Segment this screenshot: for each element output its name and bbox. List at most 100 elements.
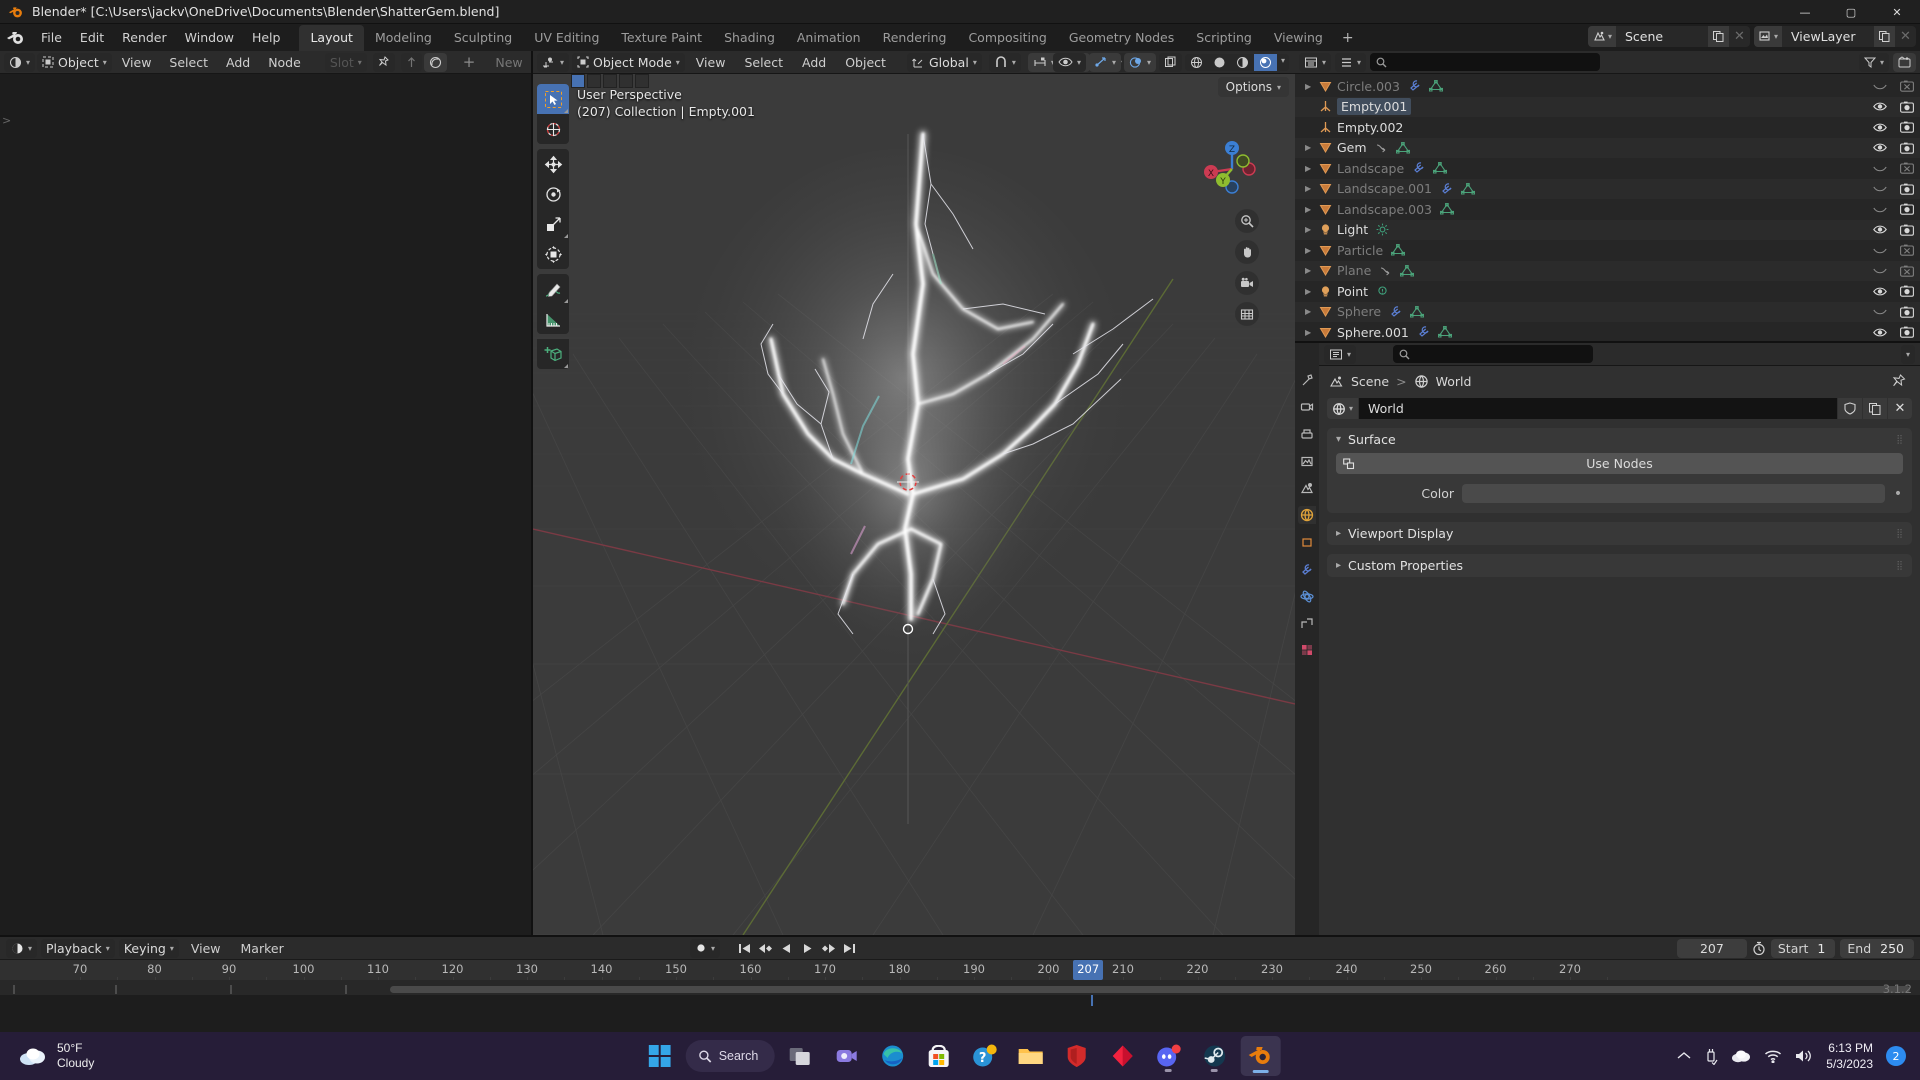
scene-selector[interactable]: ▾ Scene ✕ <box>1587 26 1750 47</box>
edge-icon[interactable] <box>872 1036 912 1076</box>
tab-compositing[interactable]: Compositing <box>957 25 1057 51</box>
outliner-eye-icon[interactable] <box>1873 265 1887 276</box>
taskbar-search-box[interactable]: Search <box>685 1040 775 1072</box>
outliner-row[interactable]: ▶ Landscape.003 <box>1295 199 1920 220</box>
file-explorer-icon[interactable] <box>1010 1036 1050 1076</box>
viewlayer-copy-button[interactable] <box>1874 26 1895 47</box>
outliner-item-label[interactable]: Empty.001 <box>1337 98 1412 116</box>
keying-dropdown[interactable]: Keying ▾ <box>118 938 179 958</box>
outliner-expand-triangle-icon[interactable]: ▶ <box>1305 82 1319 91</box>
outliner-item-label[interactable]: Light <box>1337 222 1368 237</box>
tab-modifier-properties[interactable] <box>1298 560 1316 578</box>
outliner-expand-triangle-icon[interactable]: ▶ <box>1305 225 1319 234</box>
outliner-filter-icon[interactable]: ▾ <box>1858 52 1889 72</box>
outliner-camera-icon[interactable] <box>1900 121 1914 133</box>
viewport-options-dropdown[interactable]: Options ▾ <box>1217 77 1289 97</box>
tab-tool-properties[interactable] <box>1298 371 1316 389</box>
shading-rendered-icon[interactable] <box>1253 53 1277 71</box>
close-button[interactable]: ✕ <box>1874 0 1920 24</box>
new-material-plus-icon[interactable]: + <box>463 53 476 71</box>
outliner-item-label[interactable]: Landscape.003 <box>1337 202 1432 217</box>
object-mode-selector[interactable]: Object ▾ <box>37 52 112 72</box>
breadcrumb-world-label[interactable]: World <box>1436 374 1472 389</box>
outliner-item-label[interactable]: Landscape.001 <box>1337 181 1432 196</box>
outliner-item-label[interactable]: Plane <box>1337 263 1371 278</box>
outliner-new-collection-icon[interactable] <box>1893 52 1916 72</box>
jump-to-end-button[interactable] <box>841 939 858 958</box>
outliner-camera-icon[interactable] <box>1900 162 1914 174</box>
outliner-row[interactable]: ▶ Circle.003 <box>1295 76 1920 97</box>
outliner-mesh-icon[interactable] <box>1391 244 1406 256</box>
node-menu-add[interactable]: Add <box>218 54 258 71</box>
outliner-expand-triangle-icon[interactable]: ▶ <box>1305 287 1319 296</box>
interaction-mode-selector[interactable]: Object Mode ▾ <box>572 52 685 72</box>
world-unlink-button[interactable]: ✕ <box>1888 398 1912 419</box>
outliner-anim-icon[interactable] <box>1379 265 1392 277</box>
outliner-expand-triangle-icon[interactable]: ▶ <box>1305 266 1319 275</box>
visibility-selector-icon[interactable]: ▾ <box>1052 52 1086 72</box>
slot-selector[interactable]: Slot ▾ <box>324 52 367 72</box>
outliner-item-label[interactable]: Landscape <box>1337 161 1404 176</box>
minimize-button[interactable]: — <box>1782 0 1828 24</box>
tool-scale[interactable] <box>537 209 569 239</box>
viewlayer-delete-button[interactable]: ✕ <box>1895 26 1916 47</box>
tab-texture-paint[interactable]: Texture Paint <box>610 25 713 51</box>
jump-to-prev-keyframe-button[interactable] <box>757 939 774 958</box>
outliner-expand-triangle-icon[interactable]: ▶ <box>1305 246 1319 255</box>
outliner-eye-icon[interactable] <box>1873 224 1887 235</box>
timeline-playhead[interactable]: 207 <box>1073 960 1104 980</box>
viewport-menu-view[interactable]: View <box>688 54 734 71</box>
start-frame-field[interactable]: Start 1 <box>1770 938 1836 958</box>
outliner-eye-icon[interactable] <box>1873 306 1887 317</box>
outliner-search-input[interactable] <box>1370 53 1601 71</box>
tab-scripting[interactable]: Scripting <box>1185 25 1263 51</box>
outliner-item-label[interactable]: Sphere.001 <box>1337 325 1409 340</box>
world-name-field[interactable]: World <box>1359 398 1837 419</box>
outliner-wrench-icon[interactable] <box>1412 162 1425 174</box>
outliner-camera-icon[interactable] <box>1900 142 1914 154</box>
gizmo-toggle-icon[interactable]: ▾ <box>1088 52 1121 72</box>
outliner-mesh-icon[interactable] <box>1437 326 1452 338</box>
outliner-row[interactable]: ▶ Sphere.001 <box>1295 322 1920 343</box>
tab-render-properties[interactable] <box>1298 398 1316 416</box>
shading-dropdown-icon[interactable]: ▾ <box>1277 54 1289 71</box>
outliner-item-label[interactable]: Particle <box>1337 243 1383 258</box>
menu-file[interactable]: File <box>32 27 71 48</box>
tool-cursor[interactable] <box>537 114 569 144</box>
usb-safe-removal-icon[interactable] <box>1704 1047 1718 1065</box>
shading-solid-icon[interactable] <box>1208 54 1231 71</box>
tool-annotate[interactable] <box>537 274 569 304</box>
tab-viewing[interactable]: Viewing <box>1263 25 1334 51</box>
shading-wireframe-icon[interactable] <box>1185 54 1208 71</box>
outliner-row[interactable]: ▶ Gem <box>1295 137 1920 158</box>
overlays-toggle-icon[interactable]: ▾ <box>1123 52 1156 72</box>
outliner-row[interactable]: ▶ Plane <box>1295 260 1920 281</box>
wifi-icon[interactable] <box>1764 1049 1782 1063</box>
shading-material-icon[interactable] <box>1231 54 1254 71</box>
outliner-mesh-icon[interactable] <box>1433 162 1448 174</box>
outliner-point-icon[interactable] <box>1376 285 1389 298</box>
tray-expand-icon[interactable] <box>1677 1051 1691 1061</box>
outliner-mesh-icon[interactable] <box>1400 264 1415 277</box>
outliner-display-mode-selector[interactable]: ▾ <box>1335 52 1367 72</box>
onedrive-icon[interactable] <box>1731 1049 1751 1063</box>
tab-output-properties[interactable] <box>1298 425 1316 443</box>
add-workspace-button[interactable]: + <box>1334 26 1362 50</box>
outliner-wrench-icon[interactable] <box>1389 306 1402 318</box>
outliner-mesh-icon[interactable] <box>1410 305 1425 318</box>
timeline-editor-type-selector[interactable]: ▾ <box>6 938 38 958</box>
breadcrumb-scene-label[interactable]: Scene <box>1351 374 1389 389</box>
maximize-button[interactable]: ▢ <box>1828 0 1874 24</box>
microsoft-store-icon[interactable] <box>918 1036 958 1076</box>
timeline-horizontal-scrollbar[interactable] <box>390 986 1910 993</box>
outliner-item-label[interactable]: Point <box>1337 284 1368 299</box>
outliner-eye-icon[interactable] <box>1873 183 1887 194</box>
outliner-anim-icon[interactable] <box>1375 142 1388 154</box>
tab-view-layer-properties[interactable] <box>1298 452 1316 470</box>
pin-icon[interactable] <box>372 52 395 72</box>
outliner-editor-type-selector[interactable]: ▾ <box>1299 52 1332 72</box>
outliner-camera-icon[interactable] <box>1900 306 1914 318</box>
blender-taskbar-icon[interactable] <box>1240 1036 1281 1076</box>
tab-physics-properties[interactable] <box>1298 587 1316 605</box>
outliner-camera-icon[interactable] <box>1900 265 1914 277</box>
